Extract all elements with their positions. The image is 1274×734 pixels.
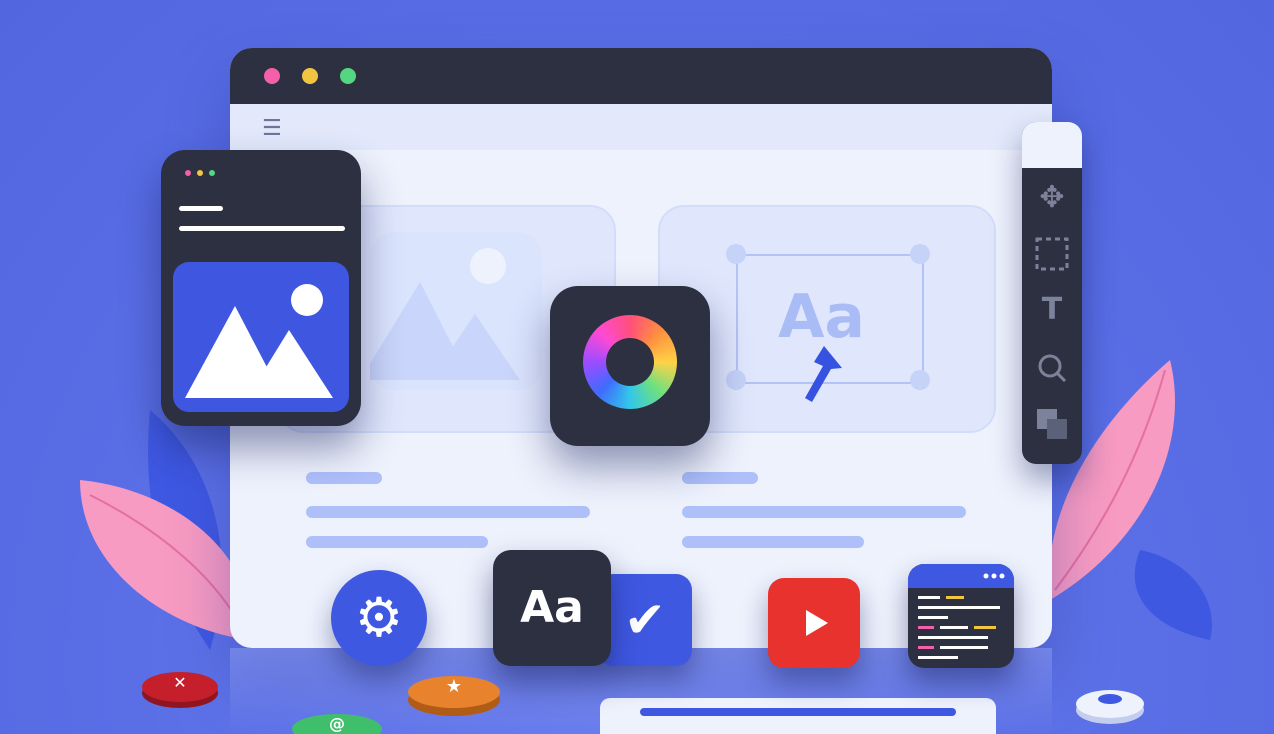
window-close-dot[interactable] — [264, 68, 280, 84]
at-icon: @ — [329, 714, 345, 733]
star-icon: ★ — [445, 676, 463, 697]
font-tile[interactable]: Aa — [493, 550, 611, 666]
text-line — [682, 472, 758, 484]
window-minimize-dot[interactable] — [302, 68, 318, 84]
text-line — [306, 472, 382, 484]
gear-icon: ⚙ — [354, 586, 404, 649]
code-editor-header — [908, 564, 1014, 588]
star-puck[interactable]: ★ — [408, 676, 500, 708]
window-maximize-dot[interactable] — [340, 68, 356, 84]
selection-handle[interactable] — [910, 370, 930, 390]
close-icon: ✕ — [173, 673, 187, 692]
mountain-image-icon — [360, 248, 520, 380]
card-dot — [197, 170, 203, 176]
card-title-line — [179, 206, 223, 211]
marquee-select-icon[interactable] — [1034, 236, 1070, 272]
toggle-puck[interactable] — [1076, 690, 1144, 718]
card-dot — [209, 170, 215, 176]
close-puck[interactable]: ✕ — [142, 672, 218, 702]
check-button[interactable]: ✔ — [598, 574, 692, 666]
keyboard-base — [600, 698, 996, 734]
ghost-image-icon — [360, 232, 542, 390]
email-puck[interactable]: @ — [292, 714, 382, 734]
browser-title-bar — [230, 48, 1052, 104]
cursor-arrow-icon — [805, 346, 842, 402]
hamburger-icon[interactable]: ☰ — [262, 118, 282, 140]
color-picker-tile[interactable] — [550, 286, 710, 446]
card-dot — [185, 170, 191, 176]
image-card[interactable] — [161, 150, 361, 426]
font-sample-tile: Aa — [520, 582, 584, 633]
browser-toolbar — [230, 104, 1052, 150]
selection-handle[interactable] — [910, 244, 930, 264]
code-editor-tile[interactable] — [908, 564, 1014, 668]
keyboard-bar — [640, 708, 956, 716]
text-line — [682, 536, 864, 548]
toggle-knob — [1098, 694, 1122, 704]
color-wheel-center — [606, 338, 654, 386]
checkmark-icon: ✔ — [624, 591, 666, 649]
move-icon[interactable]: ✥ — [1034, 180, 1070, 216]
layers-icon[interactable] — [1034, 406, 1070, 442]
selection-handle[interactable] — [726, 244, 746, 264]
code-icon — [918, 596, 1000, 659]
text-line — [682, 506, 966, 518]
selection-handle[interactable] — [726, 370, 746, 390]
right-blue-leaf — [1134, 550, 1212, 640]
card-subtitle-line — [179, 226, 345, 231]
text-line — [306, 506, 590, 518]
illustration-stage: ☰ Aa ✥ T ⚙ ✔ Aa ✕ ★ @ — [0, 0, 1274, 734]
text-line — [306, 536, 488, 548]
tools-sidebar: ✥ T — [1022, 122, 1082, 464]
search-icon[interactable] — [1034, 350, 1070, 386]
text-tool-icon[interactable]: T — [1034, 292, 1070, 328]
settings-button[interactable]: ⚙ — [331, 570, 427, 666]
mountain-image-icon — [173, 262, 349, 412]
play-icon — [806, 610, 828, 636]
tools-sidebar-header — [1022, 122, 1082, 168]
video-play-button[interactable] — [768, 578, 860, 668]
